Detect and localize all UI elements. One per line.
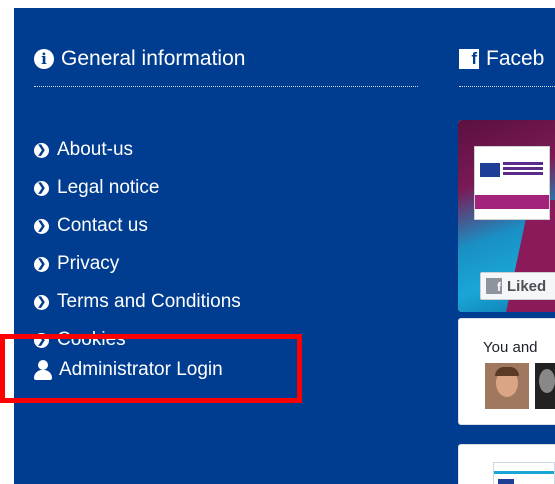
facebook-cover-card[interactable]: f Liked: [458, 120, 555, 312]
friends-card: You and: [458, 318, 555, 425]
facebook-title: Faceb: [486, 47, 545, 70]
page-logo[interactable]: [474, 146, 550, 220]
link-label: Privacy: [57, 253, 120, 274]
link-terms-and-conditions[interactable]: ❯ Terms and Conditions: [34, 283, 241, 321]
link-label: Contact us: [57, 215, 148, 236]
facebook-heading-divider: [459, 86, 555, 87]
chevron-circle-right-icon: ❯: [34, 218, 49, 234]
friend-avatar[interactable]: [535, 363, 555, 409]
link-contact-us[interactable]: ❯ Contact us: [34, 207, 241, 245]
heading-divider: [34, 86, 418, 87]
highlight-box: [0, 334, 302, 403]
friend-avatar[interactable]: [485, 363, 529, 409]
chevron-circle-right-icon: ❯: [34, 256, 49, 272]
facebook-page-widget: f Liked You and: [458, 120, 555, 484]
post-page-logo[interactable]: [493, 462, 555, 484]
liked-button[interactable]: f Liked: [480, 272, 555, 300]
general-information-title: General information: [61, 47, 246, 70]
link-privacy[interactable]: ❯ Privacy: [34, 245, 241, 283]
link-label: About-us: [57, 139, 134, 160]
chevron-circle-right-icon: ❯: [34, 142, 49, 158]
link-label: Legal notice: [57, 177, 160, 198]
footer-panel: i General information ❯ About-us ❯ Legal…: [14, 8, 555, 484]
info-circle-icon: i: [34, 49, 54, 69]
liked-label: Liked: [507, 277, 547, 295]
general-information-heading: i General information: [34, 47, 245, 71]
post-card: [458, 444, 555, 484]
general-links-list: ❯ About-us ❯ Legal notice ❯ Contact us ❯…: [34, 131, 241, 359]
link-label: Terms and Conditions: [57, 291, 241, 312]
link-legal-notice[interactable]: ❯ Legal notice: [34, 169, 241, 207]
facebook-icon: f: [486, 278, 502, 294]
facebook-icon: f: [459, 49, 479, 69]
chevron-circle-right-icon: ❯: [34, 294, 49, 310]
facebook-heading: f Faceb: [459, 47, 544, 71]
friends-text: You and: [483, 339, 538, 356]
chevron-circle-right-icon: ❯: [34, 180, 49, 196]
link-about-us[interactable]: ❯ About-us: [34, 131, 241, 169]
